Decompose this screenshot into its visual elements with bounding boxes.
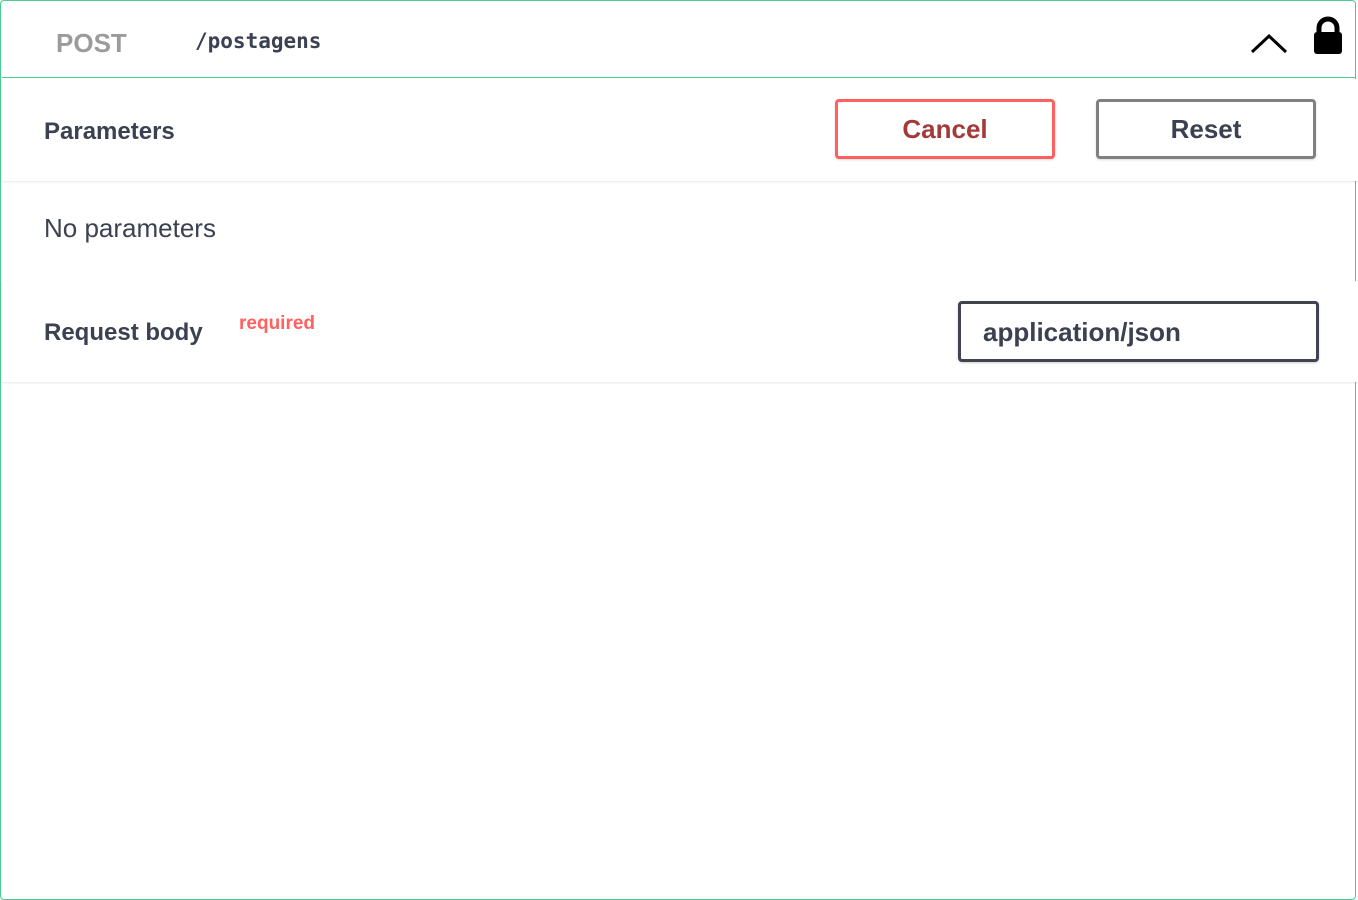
cancel-button[interactable]: Cancel [835,99,1055,159]
no-parameters-text: No parameters [44,213,216,243]
request-body-header: Request body required application/json [2,281,1358,382]
operation-summary[interactable]: POST /postagens [2,2,1356,78]
parameters-title: Parameters [44,118,175,145]
operation-block: POST /postagens Parameters Cancel Reset … [0,0,1358,900]
http-method: POST [56,28,127,58]
required-badge: required [239,313,316,334]
authorize-button[interactable] [1310,14,1346,58]
chevron-up-icon [1250,33,1288,54]
reset-button[interactable]: Reset [1096,99,1316,159]
content-type-select[interactable]: application/json [958,301,1319,362]
content-type-value: application/json [983,317,1181,347]
request-body-title: Request body [44,319,203,346]
lock-icon [1314,16,1342,54]
parameters-header: Parameters Cancel Reset [2,79,1358,181]
endpoint-path: /postagens [195,29,322,53]
collapse-button[interactable] [1248,26,1290,58]
